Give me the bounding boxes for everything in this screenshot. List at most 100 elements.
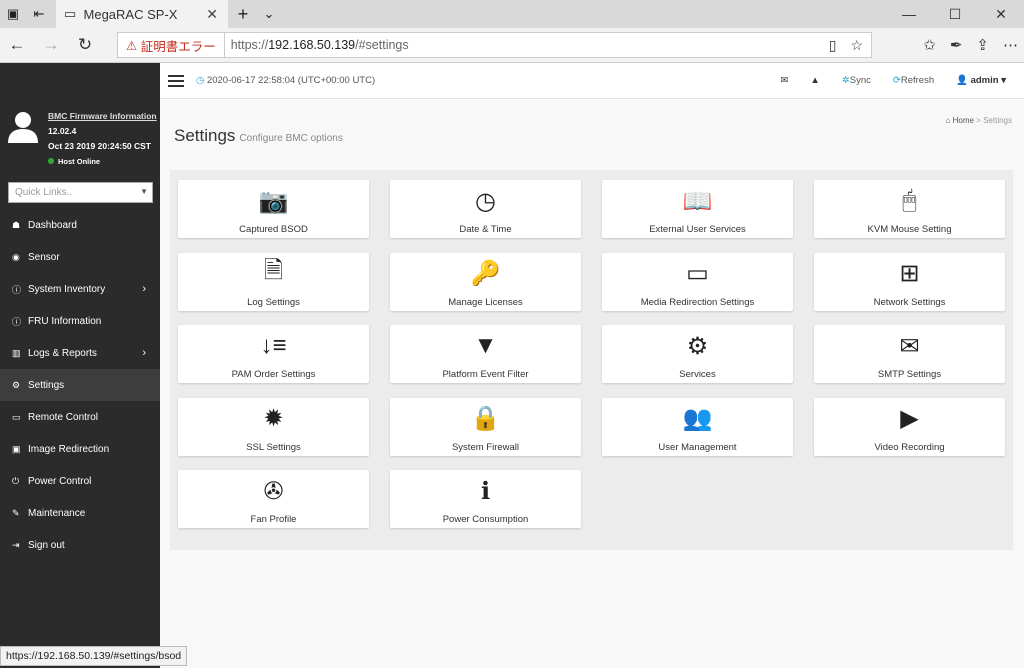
card-label: Video Recording [874, 441, 945, 453]
chevron-right-icon: › [142, 347, 146, 359]
sync-icon: ✲ [841, 75, 850, 86]
settings-card-external-user-services[interactable]: 📖 External User Services [602, 180, 793, 238]
settings-card-ssl-settings[interactable]: ✹ SSL Settings [178, 397, 369, 456]
settings-card-manage-licenses[interactable]: 🔑 Manage Licenses [390, 252, 581, 311]
sidebar-item-label: Dashboard [28, 219, 77, 231]
sidebar: BMC Firmware Information 12.02.4 Oct 23 … [0, 63, 160, 668]
pen-icon[interactable]: ✒ [950, 36, 963, 54]
home-icon: ⌂ [945, 116, 951, 125]
image-redirection-icon: ▣ [12, 443, 21, 454]
maximize-icon[interactable]: ☐ [932, 0, 978, 28]
sidebar-item-label: Sensor [28, 251, 60, 263]
refresh-button[interactable]: ⟳Refresh [893, 75, 934, 86]
new-tab-icon[interactable]: + [230, 4, 256, 25]
sidebar-item-label: Remote Control [28, 411, 99, 423]
chevron-right-icon: › [142, 283, 146, 295]
alerts-icon[interactable]: ▲ [810, 75, 819, 86]
main-content: Settings Configure BMC options ⌂ Home > S… [160, 100, 1024, 668]
sign-out-icon: ⇥ [12, 539, 20, 550]
user-menu[interactable]: 👤 admin ▾ [956, 75, 1006, 86]
favorites-icon[interactable]: ✩ [923, 36, 936, 54]
close-tab-icon[interactable]: ✕ [206, 6, 218, 23]
power-consumption-icon: ℹ [480, 477, 491, 505]
log-settings-icon: 🗎 [263, 257, 284, 284]
tab-list-chevron-icon[interactable]: ⌄ [256, 6, 282, 22]
set-aside-tabs-icon[interactable]: ⇤ [26, 6, 52, 22]
settings-card-video-recording[interactable]: ▶ Video Recording [814, 397, 1005, 456]
settings-card-kvm-mouse-setting[interactable]: 🖱 KVM Mouse Setting [814, 180, 1005, 238]
minimize-icon[interactable]: — [886, 0, 932, 28]
address-bar-row: ← → ↻ ⚠ 証明書エラー https://192.168.50.139/#s… [0, 28, 1024, 63]
sidebar-item-dashboard[interactable]: ☗ Dashboard [0, 209, 160, 241]
url-prefix: https:// [230, 38, 269, 52]
card-label: Power Consumption [442, 514, 529, 525]
sidebar-item-image-redirection[interactable]: ▣ Image Redirection [0, 433, 160, 465]
page-icon: ▭ [64, 6, 84, 21]
reload-icon[interactable]: ↻ [68, 35, 102, 55]
share-icon[interactable]: ⇪ [976, 36, 989, 54]
sidebar-item-remote-control[interactable]: ▭ Remote Control [0, 401, 160, 433]
card-label: Date & Time [459, 224, 512, 235]
settings-card-power-consumption[interactable]: ℹ Power Consumption [390, 470, 581, 528]
browser-tab[interactable]: ▭ MegaRAC SP-X ✕ [56, 0, 228, 28]
breadcrumb-home[interactable]: Home [953, 116, 974, 125]
sidebar-item-logs-reports[interactable]: ▥ Logs & Reports › [0, 337, 160, 369]
sidebar-item-maintenance[interactable]: ✎ Maintenance [0, 497, 160, 529]
back-icon[interactable]: ← [0, 35, 34, 55]
card-label: KVM Mouse Setting [867, 224, 952, 235]
clock-icon: ◷ [196, 75, 205, 86]
bmc-firmware-link[interactable]: BMC Firmware Information [48, 111, 157, 121]
close-window-icon[interactable]: ✕ [978, 0, 1024, 28]
more-icon[interactable]: ⋯ [1003, 36, 1018, 54]
settings-card-system-firewall[interactable]: 🔒 System Firewall [390, 397, 581, 456]
host-status-dot-icon [48, 158, 54, 164]
dashboard-icon: ☗ [12, 219, 21, 230]
system-firewall-icon: 🔒 [470, 405, 501, 432]
settings-card-fan-profile[interactable]: ✇ Fan Profile [178, 470, 369, 528]
settings-card-services[interactable]: ⚙ Services [602, 325, 793, 383]
cert-error[interactable]: ⚠ 証明書エラー [118, 33, 225, 57]
settings-card-network-settings[interactable]: ⊞ Network Settings [814, 252, 1005, 311]
settings-card-date-time[interactable]: ◷ Date & Time [390, 180, 581, 238]
sidebar-item-system-inventory[interactable]: ⓘ System Inventory › [0, 273, 160, 305]
card-label: User Management [658, 441, 737, 453]
settings-card-pam-order-settings[interactable]: ↓≡ PAM Order Settings [178, 325, 369, 383]
breadcrumb-current: Settings [983, 116, 1012, 125]
sidebar-item-sensor[interactable]: ◉ Sensor [0, 241, 160, 273]
card-label: System Firewall [451, 441, 520, 453]
tab-actions-icon[interactable]: ▣ [0, 6, 26, 22]
tab-title: MegaRAC SP-X [83, 6, 178, 22]
favorite-star-icon[interactable]: ☆ [850, 37, 863, 54]
settings-card-user-management[interactable]: 👥 User Management [602, 397, 793, 456]
hamburger-menu-icon[interactable] [168, 72, 184, 90]
card-label: SSL Settings [246, 441, 301, 453]
settings-card-smtp-settings[interactable]: ✉ SMTP Settings [814, 325, 1005, 383]
firmware-build-date: Oct 23 2019 20:24:50 CST [48, 141, 152, 151]
sidebar-item-settings[interactable]: ⚙ Settings [0, 369, 160, 401]
url-bar[interactable]: ⚠ 証明書エラー https://192.168.50.139/#setting… [117, 32, 872, 58]
user-avatar-icon [8, 112, 38, 143]
sync-button[interactable]: ✲Sync [842, 75, 871, 86]
sidebar-item-sign-out[interactable]: ⇥ Sign out [0, 529, 160, 561]
kvm-mouse-setting-icon: 🖱 [902, 187, 917, 214]
settings-panel: 📷 Captured BSOD ◷ Date & Time 📖 External User… [170, 170, 1013, 550]
settings-card-platform-event-filter[interactable]: ▼ Platform Event Filter [390, 325, 581, 383]
reading-view-icon[interactable]: ▯ [829, 37, 837, 54]
card-label: SMTP Settings [877, 369, 942, 380]
settings-card-log-settings[interactable]: 🗎 Log Settings [178, 252, 369, 311]
forward-icon[interactable]: → [34, 35, 68, 55]
captured-bsod-icon: 📷 [258, 187, 289, 215]
video-recording-icon: ▶ [900, 405, 919, 432]
card-label: Fan Profile [250, 514, 297, 525]
sidebar-item-fru-information[interactable]: ⓘ FRU Information [0, 305, 160, 337]
settings-card-captured-bsod[interactable]: 📷 Captured BSOD [178, 180, 369, 238]
card-label: Log Settings [247, 296, 300, 308]
settings-card-media-redirection-settings[interactable]: ▭ Media Redirection Settings [602, 252, 793, 311]
quick-links-select[interactable]: Quick Links.. ▼ [8, 182, 153, 203]
remote-control-icon: ▭ [12, 411, 21, 422]
messages-icon[interactable]: ✉ [780, 75, 788, 86]
services-icon: ⚙ [686, 332, 709, 360]
settings-icon: ⚙ [12, 379, 21, 390]
sidebar-item-power-control[interactable]: ⏻ Power Control [0, 465, 160, 497]
quick-links-placeholder: Quick Links.. [15, 187, 73, 198]
